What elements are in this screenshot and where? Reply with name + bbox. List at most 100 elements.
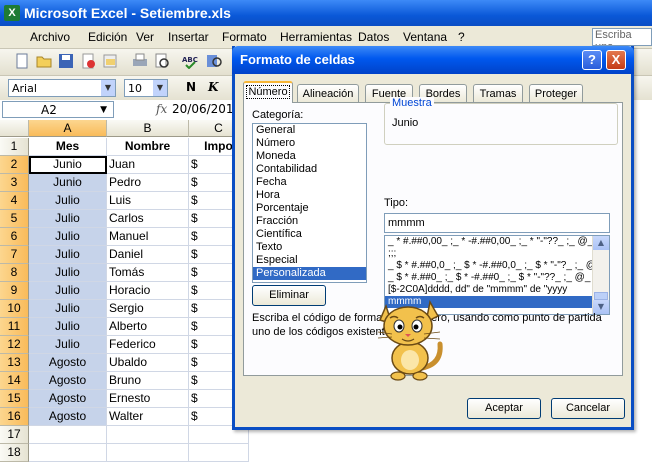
row-header[interactable]: 11: [0, 318, 29, 336]
cell-a17[interactable]: [29, 426, 107, 444]
category-item[interactable]: Especial: [253, 254, 366, 267]
row-header[interactable]: 10: [0, 300, 29, 318]
menu-datos[interactable]: Datos: [358, 30, 389, 44]
cell-a11[interactable]: Julio: [29, 318, 107, 336]
menu-edicion[interactable]: Edición: [88, 30, 127, 44]
email-icon[interactable]: [102, 53, 118, 69]
cell-a18[interactable]: [29, 444, 107, 462]
row-header[interactable]: 5: [0, 210, 29, 228]
cell-b2[interactable]: Juan: [107, 156, 189, 174]
row-header[interactable]: 8: [0, 264, 29, 282]
cell-a12[interactable]: Julio: [29, 336, 107, 354]
category-item[interactable]: Hora: [253, 189, 366, 202]
cell-a4[interactable]: Julio: [29, 192, 107, 210]
cell-a15[interactable]: Agosto: [29, 390, 107, 408]
print-icon[interactable]: [132, 53, 148, 69]
category-item[interactable]: Número: [253, 137, 366, 150]
cell-b5[interactable]: Carlos: [107, 210, 189, 228]
category-list[interactable]: General Número Moneda Contabilidad Fecha Hora…: [252, 123, 367, 283]
italic-button[interactable]: K: [208, 80, 218, 94]
column-header-a[interactable]: A: [29, 120, 107, 137]
cell-a5[interactable]: Julio: [29, 210, 107, 228]
category-item[interactable]: Personalizada: [253, 267, 366, 280]
format-code-item[interactable]: _ $ * #.##0_ ;_ $ * -#.##0_ ;_ $ * "-"??…: [385, 272, 594, 284]
scroll-up-icon[interactable]: ▲: [593, 236, 609, 250]
help-icon[interactable]: ?: [582, 50, 602, 70]
row-header[interactable]: 18: [0, 444, 29, 462]
tab-proteger[interactable]: Proteger: [529, 84, 583, 102]
cell-b1[interactable]: Nombre: [107, 138, 189, 156]
cell-a1[interactable]: Mes: [29, 138, 107, 156]
cell-b9[interactable]: Horacio: [107, 282, 189, 300]
cell-b6[interactable]: Manuel: [107, 228, 189, 246]
row-header[interactable]: 17: [0, 426, 29, 444]
tab-numero[interactable]: Número: [243, 81, 293, 103]
cell-a2[interactable]: Junio: [29, 156, 107, 174]
cell-b8[interactable]: Tomás: [107, 264, 189, 282]
cell-a14[interactable]: Agosto: [29, 372, 107, 390]
font-name-select[interactable]: Arial ▼: [8, 79, 116, 97]
menu-herramientas[interactable]: Herramientas: [280, 30, 352, 44]
cell-b7[interactable]: Daniel: [107, 246, 189, 264]
bold-button[interactable]: N: [186, 80, 196, 94]
category-item[interactable]: Fecha: [253, 176, 366, 189]
delete-button[interactable]: Eliminar: [252, 285, 326, 306]
category-item[interactable]: Científica: [253, 228, 366, 241]
cell-b12[interactable]: Federico: [107, 336, 189, 354]
cell-b10[interactable]: Sergio: [107, 300, 189, 318]
cell-b14[interactable]: Bruno: [107, 372, 189, 390]
spelling-icon[interactable]: ABC: [182, 53, 198, 69]
format-list-scrollbar[interactable]: ▲ ▼: [592, 236, 609, 314]
cell-a7[interactable]: Julio: [29, 246, 107, 264]
cell-a16[interactable]: Agosto: [29, 408, 107, 426]
new-document-icon[interactable]: [14, 53, 30, 69]
select-all-corner[interactable]: [0, 120, 29, 137]
column-header-b[interactable]: B: [107, 120, 189, 137]
cell-a6[interactable]: Julio: [29, 228, 107, 246]
office-assistant-cat-icon[interactable]: [372, 296, 450, 386]
row-header[interactable]: 12: [0, 336, 29, 354]
formula-input[interactable]: 20/06/201: [172, 102, 234, 116]
row-header[interactable]: 4: [0, 192, 29, 210]
print-preview-icon[interactable]: [154, 53, 170, 69]
cell-a3[interactable]: Junio: [29, 174, 107, 192]
cell-a10[interactable]: Julio: [29, 300, 107, 318]
cell-b15[interactable]: Ernesto: [107, 390, 189, 408]
category-item[interactable]: Fracción: [253, 215, 366, 228]
cell-b11[interactable]: Alberto: [107, 318, 189, 336]
tab-alineacion[interactable]: Alineación: [297, 84, 359, 102]
format-code-item[interactable]: _ * #.##0,00_ ;_ * -#.##0,00_ ;_ * "-"??…: [385, 236, 594, 248]
cancel-button[interactable]: Cancelar: [551, 398, 625, 419]
row-header[interactable]: 2: [0, 156, 29, 174]
cell-b16[interactable]: Walter: [107, 408, 189, 426]
close-icon[interactable]: X: [606, 50, 626, 70]
scroll-thumb[interactable]: [594, 292, 608, 300]
row-header[interactable]: 15: [0, 390, 29, 408]
cell-b3[interactable]: Pedro: [107, 174, 189, 192]
cell-a9[interactable]: Julio: [29, 282, 107, 300]
tab-tramas[interactable]: Tramas: [473, 84, 523, 102]
row-header[interactable]: 14: [0, 372, 29, 390]
row-header[interactable]: 16: [0, 408, 29, 426]
row-header[interactable]: 1: [0, 138, 29, 156]
menu-formato[interactable]: Formato: [222, 30, 267, 44]
menu-ventana[interactable]: Ventana: [403, 30, 447, 44]
row-header[interactable]: 7: [0, 246, 29, 264]
permission-icon[interactable]: [80, 53, 96, 69]
menu-insertar[interactable]: Insertar: [168, 30, 209, 44]
insert-function-icon[interactable]: fx: [156, 102, 167, 116]
type-input[interactable]: mmmm: [384, 213, 610, 233]
cell-b18[interactable]: [107, 444, 189, 462]
format-code-item[interactable]: _ $ * #.##0,0_ ;_ $ * -#.##0,0_ ;_ $ * "…: [385, 260, 594, 272]
open-folder-icon[interactable]: [36, 53, 52, 69]
category-item[interactable]: Moneda: [253, 150, 366, 163]
cell-a8[interactable]: Julio: [29, 264, 107, 282]
row-header[interactable]: 9: [0, 282, 29, 300]
row-header[interactable]: 13: [0, 354, 29, 372]
name-box[interactable]: A2 ▼: [2, 101, 114, 118]
row-header[interactable]: 3: [0, 174, 29, 192]
save-icon[interactable]: [58, 53, 74, 69]
cell-b17[interactable]: [107, 426, 189, 444]
menu-help[interactable]: ?: [458, 30, 465, 44]
research-icon[interactable]: [206, 53, 222, 69]
